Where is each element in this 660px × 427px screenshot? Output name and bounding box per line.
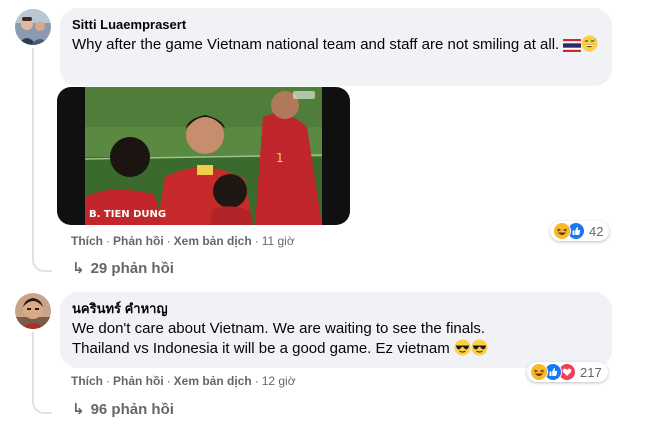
comment-author[interactable]: นครินทร์ คำหาญ [72,300,600,317]
comment-text-line: Thailand vs Indonesia it will be a good … [72,340,450,357]
reaction-count: 217 [580,364,602,380]
thread-curve [32,252,52,272]
comment-text-line-with-emoji: Thailand vs Indonesia it will be a good … [72,339,600,362]
comment-bubble: Sitti Luaemprasert Why after the game Vi… [60,8,612,86]
avatar[interactable] [15,293,51,329]
separator-dot: · [106,374,110,388]
replies-count-label: 96 phản hồi [90,401,174,418]
grinning-sweat-emoji-icon [581,35,598,58]
comment-media-image[interactable]: 1 B. TIEN DUNG [57,87,350,225]
reply-action[interactable]: Phản hồi [113,374,164,388]
comment-bubble: นครินทร์ คำหาญ We don't care about Vietn… [60,292,612,368]
replies-count-label: 29 phản hồi [90,260,174,277]
comment-author[interactable]: Sitti Luaemprasert [72,16,600,33]
reply-arrow-icon: ↳ [72,401,85,418]
comment-text: We don't care about Vietnam. We are wait… [72,319,600,362]
like-action[interactable]: Thích [71,234,103,248]
separator-dot: · [254,234,259,248]
comment-actions: Thích · Phản hồi · Xem bản dịch · 11 giờ [71,233,295,249]
haha-reaction-icon [530,363,548,381]
separator-dot: · [254,374,259,388]
like-action[interactable]: Thích [71,374,103,388]
comment-text-body: Why after the game Vietnam national team… [72,36,560,53]
view-replies-link[interactable]: ↳ 96 phản hồi [72,400,174,418]
jersey-text: B. TIEN DUNG [89,209,166,220]
separator-dot: · [106,234,110,248]
sunglasses-emoji-icon [471,339,488,362]
separator-dot: · [166,374,171,388]
reactions-summary[interactable]: 217 [527,362,608,382]
comment-timestamp[interactable]: 12 giờ [262,374,296,388]
video-frame: 1 B. TIEN DUNG [85,87,322,225]
thailand-flag-icon [563,38,582,58]
translate-action[interactable]: Xem bản dịch [174,234,252,248]
thread-curve [32,394,52,414]
sunglasses-emoji-icon [454,339,471,362]
reactions-summary[interactable]: 42 [550,221,610,241]
thread-line [32,48,34,260]
reply-action[interactable]: Phản hồi [113,234,164,248]
separator-dot: · [166,234,171,248]
haha-reaction-icon [553,222,571,240]
comment-actions: Thích · Phản hồi · Xem bản dịch · 12 giờ [71,373,296,389]
reaction-count: 42 [589,223,604,239]
comment-text-line: We don't care about Vietnam. We are wait… [72,320,486,337]
translate-action[interactable]: Xem bản dịch [174,374,252,388]
avatar[interactable] [15,9,51,45]
comment-timestamp[interactable]: 11 giờ [262,234,295,248]
comment-text: Why after the game Vietnam national team… [72,35,600,58]
thread-line [32,332,34,402]
reply-arrow-icon: ↳ [72,260,85,277]
view-replies-link[interactable]: ↳ 29 phản hồi [72,259,174,277]
svg-text:1: 1 [276,151,284,165]
